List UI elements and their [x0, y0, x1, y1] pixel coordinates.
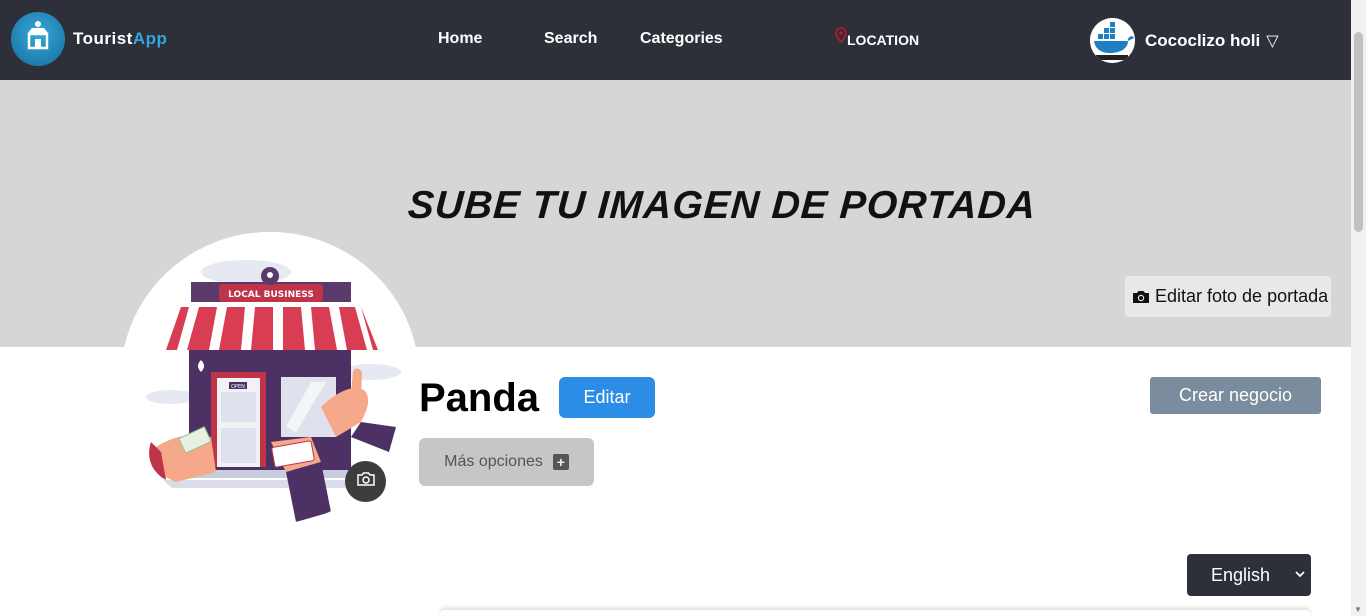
logo[interactable]: TouristApp: [11, 12, 167, 66]
create-business-button[interactable]: Crear negocio: [1150, 377, 1321, 414]
more-options-label: Más opciones: [444, 453, 543, 470]
logo-text-part1: Tourist: [73, 29, 133, 48]
page-scrollbar[interactable]: ▼: [1351, 0, 1366, 616]
edit-cover-photo-label: Editar foto de portada: [1155, 286, 1329, 306]
content-card: [440, 610, 1310, 616]
nav-search-link[interactable]: Search: [544, 30, 597, 48]
change-profile-photo-button[interactable]: [345, 461, 386, 502]
user-menu[interactable]: Cococlizo holi ▽: [1090, 18, 1279, 63]
edit-cover-photo-button[interactable]: Editar foto de portada: [1125, 276, 1331, 317]
logo-text: TouristApp: [73, 29, 167, 49]
scroll-down-arrow-icon[interactable]: ▼: [1354, 605, 1362, 614]
door-sign-text: OPEN: [231, 384, 245, 390]
camera-icon: [356, 472, 375, 491]
map-pin-icon: [835, 27, 847, 48]
top-navbar: TouristApp Home Search Categories LOCATI…: [0, 0, 1351, 80]
edit-profile-button[interactable]: Editar: [559, 377, 655, 418]
chevron-down-icon: ▽: [1266, 32, 1279, 50]
location-label: LOCATION: [847, 32, 920, 48]
plus-icon: +: [552, 454, 569, 470]
logo-text-part2: App: [132, 29, 168, 48]
docker-whale-icon: [1090, 18, 1135, 63]
business-sign-text: LOCAL BUSINESS: [228, 290, 314, 300]
chevron-down-icon: [1295, 567, 1305, 581]
language-selected-value: English: [1211, 564, 1271, 585]
scrollbar-thumb[interactable]: [1354, 32, 1363, 232]
camera-icon: [1132, 290, 1150, 304]
nav-location-link[interactable]: LOCATION: [835, 22, 919, 48]
nav-categories-link[interactable]: Categories: [640, 30, 723, 48]
user-name: Cococlizo holi: [1145, 30, 1261, 50]
profile-name: Panda: [419, 376, 540, 420]
more-options-button[interactable]: Más opciones +: [419, 438, 594, 486]
nav-home-link[interactable]: Home: [438, 30, 482, 48]
store-logo-icon: [11, 12, 65, 66]
language-select[interactable]: English: [1187, 554, 1311, 596]
cover-placeholder-text: SUBE TU IMAGEN DE PORTADA: [406, 184, 1038, 227]
